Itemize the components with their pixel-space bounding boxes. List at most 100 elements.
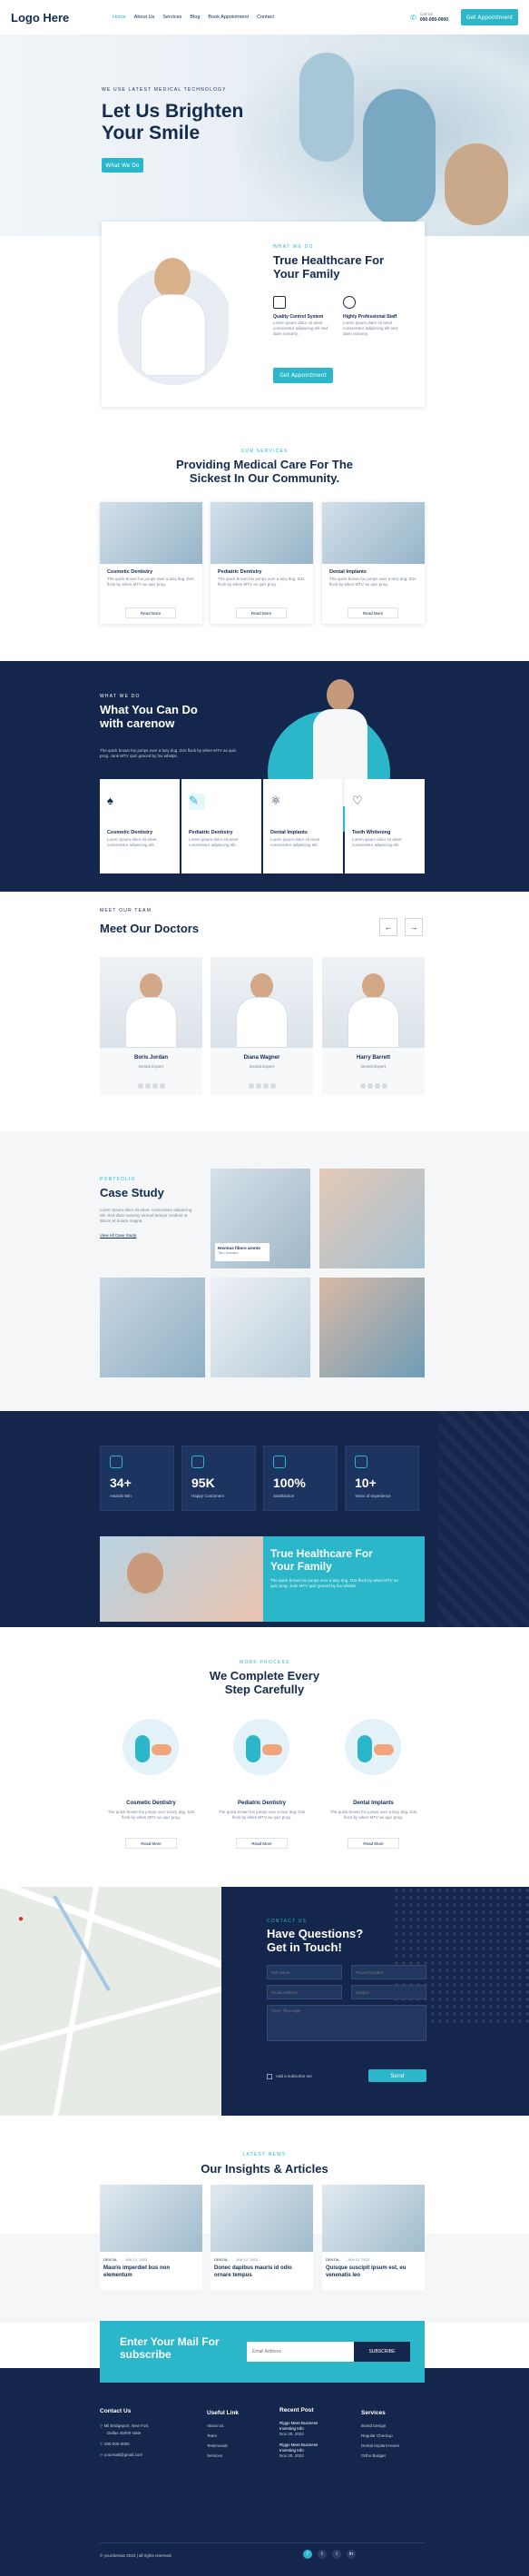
article-card[interactable]: DENTAL JAN 12, 2023 Mauris imperdiet bus n… xyxy=(100,2185,202,2290)
full-name-input[interactable] xyxy=(267,1965,342,1979)
case-image-3[interactable] xyxy=(100,1278,205,1377)
service-card[interactable]: Dental Implants The quick brown fox jumps… xyxy=(322,502,425,624)
article-title[interactable]: Donec dapibus mauris id odio ornare temp… xyxy=(214,2265,305,2279)
twitter-icon[interactable] xyxy=(367,1083,373,1089)
footer-post-2-title[interactable]: Riggs Meet Business Investing Info xyxy=(279,2443,334,2453)
header-phone[interactable]: 000-000-0000 xyxy=(420,17,448,23)
linkedin-icon[interactable] xyxy=(269,1083,276,1089)
insights-kicker: LATEST NEWS xyxy=(242,2152,287,2157)
what-card[interactable]: ✎ Pediatric Dentistry Lorem ipsum dolor si… xyxy=(181,779,261,873)
feature-2-title: Highly Professional Staff xyxy=(343,314,397,320)
footer-service-2[interactable]: Regular Checkup xyxy=(361,2431,425,2441)
footer-service-3[interactable]: Dental Implant Hover xyxy=(361,2441,425,2451)
nav-about[interactable]: About Us xyxy=(134,15,155,20)
case-image-5[interactable] xyxy=(319,1278,425,1377)
case-image-2[interactable] xyxy=(319,1169,425,1268)
instagram-icon[interactable] xyxy=(262,1083,269,1089)
people-icon xyxy=(191,1456,204,1468)
newsletter-box: Enter Your Mail For subscribe SUBSCRIBE xyxy=(100,2321,425,2383)
footer-link-services[interactable]: Services xyxy=(207,2451,270,2461)
feature-1-title: Quality Control System xyxy=(273,314,324,320)
message-textarea[interactable] xyxy=(267,2005,426,2041)
linkedin-icon[interactable]: in xyxy=(347,2550,356,2559)
step-read-more-link[interactable]: Read More xyxy=(125,1838,177,1849)
footer-email[interactable]: yourmail@gmail.com xyxy=(104,2453,142,2457)
footer-link-team[interactable]: Team xyxy=(207,2431,270,2441)
footer-phone[interactable]: 000 000 0000 xyxy=(104,2442,130,2446)
step-read-more-link[interactable]: Read More xyxy=(236,1838,288,1849)
footer-address-1: Mil Bridgeport, New Fort, xyxy=(103,2423,150,2428)
about-kicker: WHAT WE DO xyxy=(273,244,314,250)
twitter-icon[interactable] xyxy=(144,1083,151,1089)
what-card-body: Lorem ipsum dolor sit amet consectetur a… xyxy=(107,837,157,847)
hero-cta-button[interactable]: What We Do xyxy=(102,158,143,173)
step-illustration xyxy=(233,1719,289,1775)
footer-post-2-date: Nov 20, 2022 xyxy=(279,2453,304,2458)
doctor-card[interactable]: Boris Jordan Dental Expert xyxy=(100,957,202,1095)
team-prev-button[interactable]: ← xyxy=(379,918,397,936)
footer-post-1-title[interactable]: Riggs Meet Business Investing Info xyxy=(279,2421,334,2432)
nav-book[interactable]: Book Appointment xyxy=(208,15,249,20)
footer-service-1[interactable]: Brand Design xyxy=(361,2421,425,2431)
instagram-icon[interactable] xyxy=(152,1083,158,1089)
instagram-icon[interactable]: i xyxy=(332,2550,341,2559)
article-title[interactable]: Quisque suscipit ipsum est, eu venenatis… xyxy=(326,2265,416,2279)
header-appointment-button[interactable]: Get Appointment xyxy=(461,9,518,25)
what-card[interactable]: ♡ Teeth Whitening Lorem ipsum dolor sit am… xyxy=(345,779,425,873)
subject-input[interactable] xyxy=(351,1985,426,1999)
nav-services[interactable]: Services xyxy=(162,15,181,20)
newsletter-title-line-2: subscribe xyxy=(120,2348,171,2361)
what-card[interactable]: ⚛ Dental Implants Lorem ipsum dolor sit am… xyxy=(263,779,343,873)
linkedin-icon[interactable] xyxy=(381,1083,387,1089)
twitter-icon[interactable] xyxy=(255,1083,261,1089)
service-card[interactable]: Cosmetic Dentistry The quick brown fox ju… xyxy=(100,502,202,624)
article-title[interactable]: Mauris imperdiet bus non elementum xyxy=(103,2265,194,2279)
footer-contact-title: Contact Us xyxy=(100,2408,132,2414)
case-image-1[interactable]: Hovinus fiboro aronto Tem velintpe xyxy=(211,1169,310,1268)
subscribe-checkbox[interactable] xyxy=(267,2074,272,2079)
service-image xyxy=(322,502,425,564)
doctor-card[interactable]: Diana Wagner Dental Expert xyxy=(211,957,313,1095)
contact-title: Have Questions? Get in Touch! xyxy=(267,1927,363,1954)
logo[interactable]: Logo Here xyxy=(11,11,102,25)
subscribe-button[interactable]: SUBSCRIBE xyxy=(354,2342,410,2362)
twitter-icon[interactable]: t xyxy=(318,2550,327,2559)
nav-blog[interactable]: Blog xyxy=(190,15,200,20)
email-input[interactable] xyxy=(267,1985,342,1999)
article-card[interactable]: DENTAL JAN 12, 2023 Donec dapibus mauris i… xyxy=(211,2185,313,2290)
instagram-icon[interactable] xyxy=(374,1083,380,1089)
about-appointment-button[interactable]: Get Appointment xyxy=(273,368,333,383)
banner-title: True Healthcare For Your Family xyxy=(270,1547,417,1573)
read-more-link[interactable]: Read More xyxy=(236,607,287,618)
phone-input[interactable] xyxy=(351,1965,426,1979)
facebook-icon[interactable]: f xyxy=(303,2550,312,2559)
newsletter-email-input[interactable] xyxy=(247,2342,354,2362)
linkedin-icon[interactable] xyxy=(159,1083,165,1089)
doctor-card[interactable]: Harry Barrett Dental Expert xyxy=(322,957,425,1095)
send-button[interactable]: Send xyxy=(368,2069,426,2082)
team-next-button[interactable]: → xyxy=(405,918,423,936)
facebook-icon[interactable] xyxy=(137,1083,143,1089)
nav-home[interactable]: Home xyxy=(113,15,126,20)
facebook-icon[interactable] xyxy=(359,1083,366,1089)
service-card[interactable]: Pediatric Dentistry The quick brown fox j… xyxy=(211,502,313,624)
case-image-4[interactable] xyxy=(211,1278,310,1377)
read-more-link[interactable]: Read More xyxy=(125,607,176,618)
what-card[interactable]: ♠ Cosmetic Dentistry Lorem ipsum dolor sit… xyxy=(100,779,180,873)
footer-service-4[interactable]: Ortho Budget xyxy=(361,2451,425,2461)
read-more-link[interactable]: Read More xyxy=(348,607,398,618)
hero-title-line-2: Your Smile xyxy=(102,123,201,143)
map[interactable]: ● xyxy=(0,1887,221,2116)
facebook-icon[interactable] xyxy=(248,1083,254,1089)
what-card-body: Lorem ipsum dolor sit amet consectetur a… xyxy=(189,837,239,847)
article-card[interactable]: DENTAL JAN 12, 2023 Quisque suscipit ipsum… xyxy=(322,2185,425,2290)
footer-link-testimonial[interactable]: Testimonial xyxy=(207,2441,270,2451)
step-read-more-link[interactable]: Read More xyxy=(348,1838,399,1849)
nav-contact[interactable]: Contact xyxy=(257,15,274,20)
stat-value: 95K xyxy=(191,1476,215,1490)
case-link[interactable]: View All Case Study xyxy=(100,1233,136,1238)
article-tag: DENTAL xyxy=(103,2257,118,2262)
doctor-name: Boris Jordan xyxy=(133,1055,168,1061)
footer-link-about[interactable]: About Us xyxy=(207,2421,270,2431)
arrow-right-icon: → xyxy=(409,923,418,932)
